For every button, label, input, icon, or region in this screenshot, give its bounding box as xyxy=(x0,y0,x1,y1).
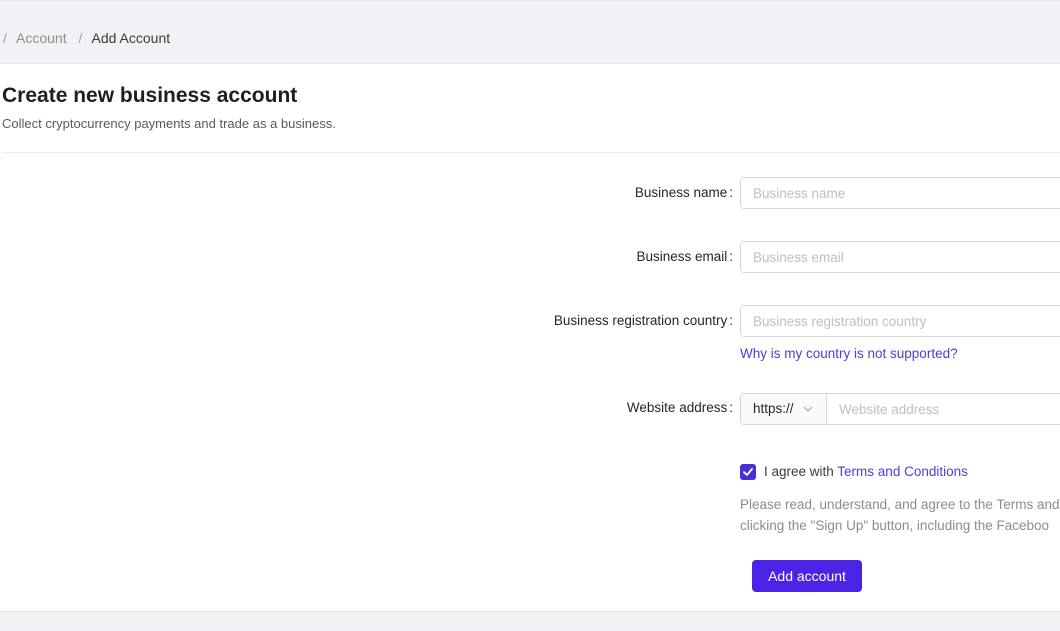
footer-strip xyxy=(0,611,1060,631)
top-bar: / Account / Add Account xyxy=(0,0,1060,64)
business-name-label: Business name: xyxy=(635,185,733,201)
breadcrumb-separator: / xyxy=(3,30,7,46)
agree-checkbox[interactable] xyxy=(740,464,756,480)
business-email-label-text: Business email xyxy=(636,249,728,264)
main-content: Create new business account Collect cryp… xyxy=(0,64,1060,611)
divider xyxy=(2,152,1060,153)
business-email-input[interactable] xyxy=(740,241,1060,273)
page-title: Create new business account xyxy=(2,84,298,107)
business-email-label: Business email: xyxy=(636,249,733,265)
website-label-text: Website address xyxy=(626,400,728,415)
protocol-value: https:// xyxy=(753,401,794,416)
label-colon: : xyxy=(729,313,733,328)
breadcrumb-current: Add Account xyxy=(91,30,171,46)
terms-link[interactable]: Terms and Conditions xyxy=(837,464,968,479)
country-label-text: Business registration country xyxy=(553,313,728,328)
website-label: Website address: xyxy=(627,400,733,416)
add-account-button[interactable]: Add account xyxy=(752,560,862,592)
country-label: Business registration country: xyxy=(554,313,733,329)
agreement-note-line-2: clicking the "Sign Up" button, including… xyxy=(740,518,1050,533)
breadcrumb-separator: / xyxy=(78,30,83,46)
label-colon: : xyxy=(729,185,733,200)
country-not-supported-link[interactable]: Why is my country is not supported? xyxy=(740,346,958,362)
agree-prefix: I agree with xyxy=(764,464,838,479)
country-input[interactable] xyxy=(740,305,1060,337)
business-name-label-text: Business name xyxy=(634,185,728,200)
business-name-input[interactable] xyxy=(740,177,1060,209)
label-colon: : xyxy=(729,249,733,264)
breadcrumb: / Account / Add Account xyxy=(3,30,170,46)
breadcrumb-account-link[interactable]: Account xyxy=(16,30,67,46)
website-input[interactable] xyxy=(826,393,1060,425)
label-colon: : xyxy=(729,400,733,415)
protocol-select[interactable]: https:// xyxy=(740,393,827,425)
agreement-note-line-1: Please read, understand, and agree to th… xyxy=(740,497,1060,512)
page-subtitle: Collect cryptocurrency payments and trad… xyxy=(2,116,336,131)
agree-text: I agree with Terms and Conditions xyxy=(764,464,968,480)
check-icon xyxy=(743,468,753,476)
chevron-down-icon xyxy=(803,406,813,412)
